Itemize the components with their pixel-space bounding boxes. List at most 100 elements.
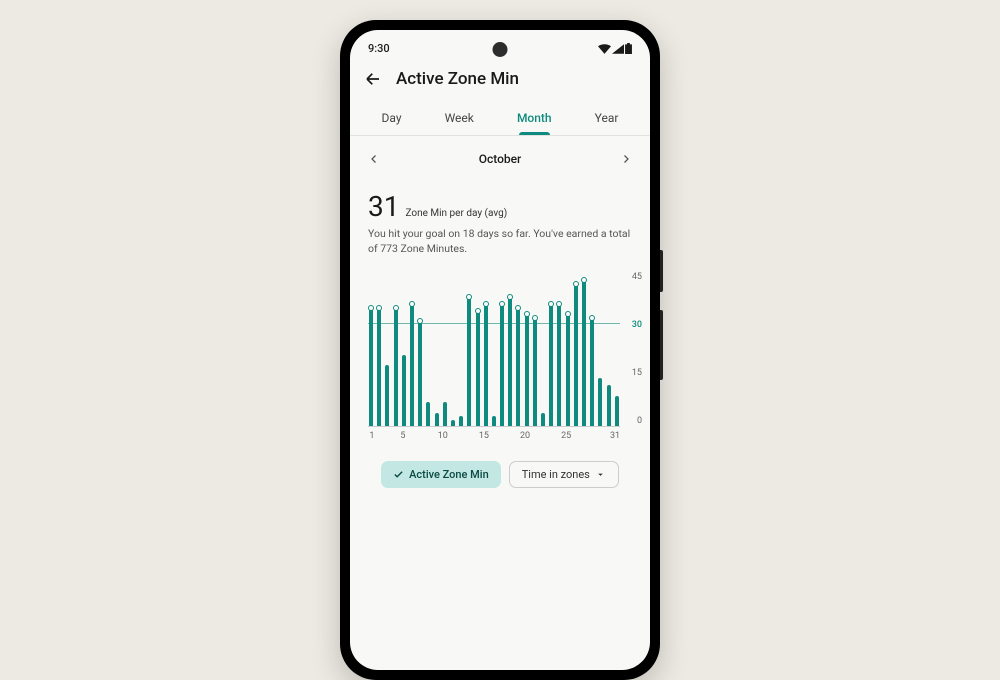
- bar-day-1[interactable]: [368, 272, 374, 426]
- x-tick: [553, 431, 561, 443]
- x-tick: 10: [438, 431, 448, 443]
- bar-day-15[interactable]: [483, 272, 489, 426]
- x-tick: [538, 431, 546, 443]
- x-axis: 151015202531: [368, 431, 642, 443]
- wifi-icon: [598, 44, 611, 54]
- bar-day-4[interactable]: [393, 272, 399, 426]
- bar-day-26[interactable]: [573, 272, 579, 426]
- x-tick: [587, 431, 595, 443]
- y-tick: 45: [624, 272, 642, 282]
- x-tick: 20: [520, 431, 530, 443]
- x-tick: [448, 431, 456, 443]
- bar-day-14[interactable]: [474, 272, 480, 426]
- stat-description: You hit your goal on 18 days so far. You…: [368, 227, 632, 256]
- tab-week[interactable]: Week: [439, 103, 480, 135]
- x-tick: [530, 431, 538, 443]
- chart-plot: [368, 272, 620, 427]
- status-icons: [598, 43, 632, 54]
- x-tick: 1: [368, 431, 376, 443]
- tabs: Day Week Month Year: [350, 103, 650, 136]
- caret-down-icon: [595, 469, 606, 480]
- page-title: Active Zone Min: [396, 69, 519, 89]
- x-tick: [376, 431, 384, 443]
- bar-day-17[interactable]: [499, 272, 505, 426]
- x-tick: 31: [610, 431, 620, 443]
- bar-day-13[interactable]: [466, 272, 472, 426]
- bar-day-7[interactable]: [417, 272, 423, 426]
- bar-day-23[interactable]: [548, 272, 554, 426]
- bar-day-9[interactable]: [434, 272, 440, 426]
- x-tick: [391, 431, 399, 443]
- bar-day-12[interactable]: [458, 272, 464, 426]
- x-tick: [407, 431, 415, 443]
- bar-day-28[interactable]: [589, 272, 595, 426]
- bar-day-31[interactable]: [614, 272, 620, 426]
- bar-day-25[interactable]: [565, 272, 571, 426]
- x-tick: [430, 431, 438, 443]
- bar-day-19[interactable]: [515, 272, 521, 426]
- phone-side-button: [660, 250, 663, 292]
- x-tick: [505, 431, 513, 443]
- x-tick: [489, 431, 497, 443]
- chip-time-in-zones[interactable]: Time in zones: [509, 461, 619, 488]
- bar-day-27[interactable]: [581, 272, 587, 426]
- x-tick: 25: [561, 431, 571, 443]
- header: Active Zone Min: [350, 61, 650, 103]
- period-navigator: October: [350, 136, 650, 174]
- back-arrow-icon[interactable]: [364, 70, 382, 88]
- x-tick: [456, 431, 464, 443]
- battery-icon: [625, 43, 632, 54]
- x-tick: [571, 431, 579, 443]
- bar-day-16[interactable]: [491, 272, 497, 426]
- chart: 4530150 151015202531: [350, 260, 650, 447]
- stats-summary: 31 Zone Min per day (avg) You hit your g…: [350, 174, 650, 260]
- x-tick: [422, 431, 430, 443]
- chip-active-zone-min[interactable]: Active Zone Min: [381, 461, 501, 488]
- x-tick: [602, 431, 610, 443]
- tab-month[interactable]: Month: [511, 103, 558, 135]
- x-tick: [595, 431, 603, 443]
- y-tick: 0: [624, 416, 642, 426]
- bar-day-10[interactable]: [442, 272, 448, 426]
- x-tick: [512, 431, 520, 443]
- filter-chips: Active Zone Min Time in zones: [350, 447, 650, 496]
- x-tick: [463, 431, 471, 443]
- y-tick: 15: [624, 368, 642, 378]
- phone-frame: 9:30 Active Zone Min Day Week Month Year Oc…: [340, 20, 660, 680]
- bar-day-24[interactable]: [556, 272, 562, 426]
- bar-day-30[interactable]: [605, 272, 611, 426]
- x-tick: 5: [399, 431, 407, 443]
- bar-day-6[interactable]: [409, 272, 415, 426]
- chevron-right-icon[interactable]: [620, 153, 632, 165]
- tab-day[interactable]: Day: [376, 103, 408, 135]
- bar-day-5[interactable]: [401, 272, 407, 426]
- screen: 9:30 Active Zone Min Day Week Month Year Oc…: [350, 30, 650, 670]
- bar-day-3[interactable]: [384, 272, 390, 426]
- bar-day-2[interactable]: [376, 272, 382, 426]
- y-tick: 30: [624, 320, 642, 330]
- status-time: 9:30: [368, 42, 390, 55]
- bar-day-11[interactable]: [450, 272, 456, 426]
- x-tick: [546, 431, 554, 443]
- bar-day-21[interactable]: [532, 272, 538, 426]
- x-tick: [384, 431, 392, 443]
- x-tick: [497, 431, 505, 443]
- x-tick: [471, 431, 479, 443]
- bar-day-20[interactable]: [524, 272, 530, 426]
- bar-day-18[interactable]: [507, 272, 513, 426]
- check-icon: [393, 469, 404, 480]
- x-tick: [579, 431, 587, 443]
- stat-value: 31: [368, 190, 399, 223]
- bar-day-22[interactable]: [540, 272, 546, 426]
- x-tick: [415, 431, 423, 443]
- bar-day-8[interactable]: [425, 272, 431, 426]
- signal-icon: [612, 44, 624, 54]
- phone-side-button: [660, 310, 663, 380]
- bar-day-29[interactable]: [597, 272, 603, 426]
- period-label: October: [479, 152, 522, 166]
- front-camera: [493, 42, 508, 57]
- stat-unit: Zone Min per day (avg): [405, 208, 507, 219]
- tab-year[interactable]: Year: [589, 103, 625, 135]
- x-tick: 15: [479, 431, 489, 443]
- chevron-left-icon[interactable]: [368, 153, 380, 165]
